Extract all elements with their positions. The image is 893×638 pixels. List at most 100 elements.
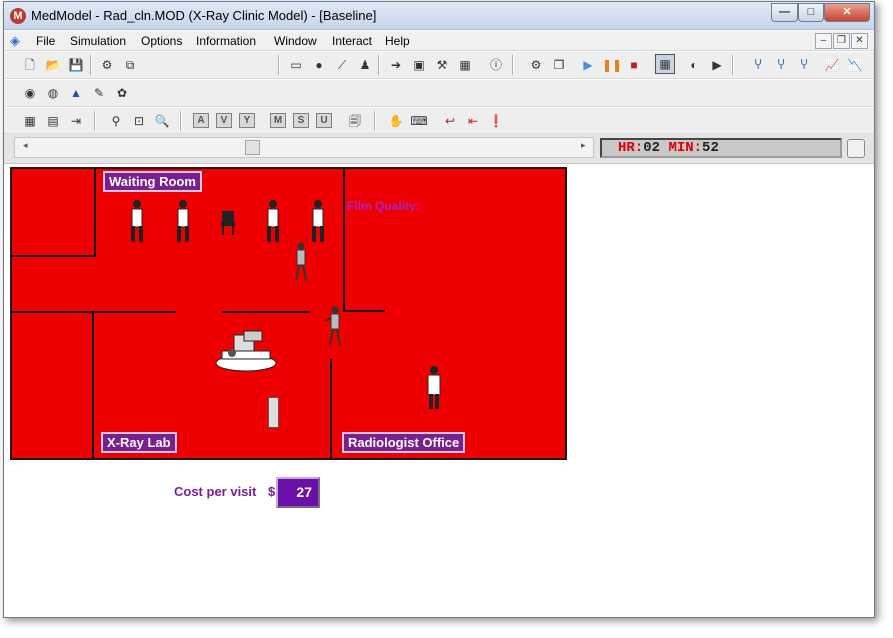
mdi-close-button[interactable]: ✕	[851, 33, 868, 49]
scroll-thumb[interactable]	[245, 140, 260, 155]
child-window-icon[interactable]: ◈	[10, 33, 20, 49]
wall	[12, 255, 96, 257]
save-icon[interactable]: 💾	[66, 55, 86, 75]
wall	[94, 169, 96, 255]
zoom-window-icon[interactable]: ⊡	[129, 111, 149, 131]
keyboard-icon[interactable]: ⌨	[409, 111, 429, 131]
xray-machine-icon	[215, 330, 277, 372]
animation-toggle-icon[interactable]: ▦	[655, 54, 675, 74]
new-file-icon[interactable]: 🗋	[20, 55, 40, 75]
minimize-button[interactable]: —	[771, 3, 798, 22]
clock-min-value: 52	[702, 140, 719, 156]
rectangle-icon[interactable]: ▭	[286, 55, 306, 75]
back-icon[interactable]: ↩	[440, 111, 460, 131]
pause-icon[interactable]: ❚❚	[601, 55, 622, 75]
letter-u-button[interactable]: U	[316, 113, 332, 128]
menu-bar: ◈ File Simulation Options Information Wi…	[4, 31, 874, 51]
currency-symbol: $	[268, 484, 276, 499]
info-icon[interactable]: ⓘ	[486, 55, 506, 75]
end-button[interactable]	[847, 139, 865, 158]
radiologist-icon	[427, 366, 441, 409]
triangle-icon[interactable]: ▲	[66, 83, 86, 103]
background-icon[interactable]: ◉	[20, 83, 40, 103]
wall	[12, 311, 176, 313]
copy-model-icon[interactable]: ⧉	[120, 55, 140, 75]
graph-icon[interactable]: 📉	[845, 55, 865, 75]
arrival-icon[interactable]: ➔	[386, 55, 406, 75]
title-bar[interactable]: M MedModel - Rad_cln.MOD (X-Ray Clinic M…	[4, 2, 874, 30]
patient-icon	[177, 200, 189, 242]
wall	[343, 169, 345, 311]
toolbar-row-2: ◉ ◍ ▲ ✎ ✿	[4, 80, 874, 107]
binoculars-icon[interactable]: ⚲	[106, 111, 126, 131]
cost-per-visit-label: Cost per visit	[174, 484, 257, 499]
resource-icon[interactable]: ♟	[355, 55, 375, 75]
letter-s-button[interactable]: S	[293, 113, 309, 128]
funnel-a-icon[interactable]: Ⴤ	[748, 55, 768, 75]
exit-icon[interactable]: ⇤	[463, 111, 483, 131]
windows-icon[interactable]: ❐	[549, 55, 569, 75]
stop-icon[interactable]: ■	[624, 55, 644, 75]
open-file-icon[interactable]: 📂	[43, 55, 63, 75]
mdi-minimize-button[interactable]: –	[815, 33, 832, 49]
clock-min-label: MIN:	[668, 140, 703, 156]
menu-simulation[interactable]: Simulation	[70, 34, 126, 48]
funnel-c-icon[interactable]: Ⴤ	[794, 55, 814, 75]
entity-icon[interactable]: ▣	[409, 55, 429, 75]
letter-a-button[interactable]: A	[193, 113, 209, 128]
settings-icon[interactable]: ⚙	[526, 55, 546, 75]
output-icon[interactable]: ▶	[707, 55, 727, 75]
layout-icon[interactable]: ◍	[43, 83, 63, 103]
funnel-b-icon[interactable]: Ⴤ	[771, 55, 791, 75]
mdi-restore-button[interactable]: ❐	[833, 33, 850, 49]
layout-canvas[interactable]: Waiting Room X-Ray Lab Radiologist Offic…	[10, 167, 567, 460]
wall	[343, 310, 385, 312]
medmodel-logo-icon[interactable]: M	[10, 8, 26, 24]
chart-icon[interactable]: 📈	[822, 55, 842, 75]
horizontal-scrollbar[interactable]: ◂ ▸	[14, 137, 594, 158]
wall	[330, 359, 332, 458]
library-icon[interactable]: ✿	[112, 83, 132, 103]
menu-help[interactable]: Help	[385, 34, 410, 48]
run-icon[interactable]: ▶	[578, 55, 598, 75]
patient-icon	[131, 200, 143, 242]
window-title: MedModel - Rad_cln.MOD (X-Ray Clinic Mod…	[31, 8, 377, 23]
letter-v-button[interactable]: V	[216, 113, 232, 128]
radiologist-office-label: Radiologist Office	[342, 432, 466, 453]
menu-window[interactable]: Window	[274, 34, 317, 48]
zoom-icon[interactable]: 🔍	[152, 111, 172, 131]
maximize-button[interactable]: □	[798, 3, 824, 22]
menu-interact[interactable]: Interact	[332, 34, 372, 48]
waiting-room-label: Waiting Room	[103, 171, 202, 192]
grid-icon[interactable]: ▦	[20, 111, 40, 131]
menu-options[interactable]: Options	[141, 34, 182, 48]
toolbar-row-3: ▦ ▤ ⇥ ⚲ ⊡ 🔍 A V Y M S U 🗐 ✋ ⌨ ↩ ⇤ ❗	[4, 108, 874, 134]
letter-y-button[interactable]: Y	[239, 113, 255, 128]
letter-m-button[interactable]: M	[270, 113, 286, 128]
menu-file[interactable]: File	[36, 34, 55, 48]
document-icon[interactable]: 🗐	[345, 111, 365, 131]
scroll-left-icon[interactable]: ◂	[23, 140, 28, 151]
3d-view-icon[interactable]: ◐	[684, 55, 704, 75]
clock-hr-label: HR:	[618, 140, 644, 156]
import-icon[interactable]: ⇥	[66, 111, 86, 131]
xray-lab-label: X-Ray Lab	[101, 432, 177, 453]
path-icon[interactable]: ⟋	[332, 55, 352, 75]
wall	[92, 311, 94, 458]
calendar-icon[interactable]: ▦	[455, 55, 475, 75]
processing-icon[interactable]: ⚒	[432, 55, 452, 75]
patient-icon	[312, 200, 324, 242]
scroll-right-icon[interactable]: ▸	[581, 140, 586, 151]
alert-icon[interactable]: ❗	[486, 111, 506, 131]
menu-information[interactable]: Information	[196, 34, 256, 48]
merge-icon[interactable]: ⚙	[97, 55, 117, 75]
chair-icon	[221, 211, 235, 235]
toolbar-row-1: 🗋 📂 💾 ⚙ ⧉ ▭ ● ⟋ ♟ ➔ ▣ ⚒ ▦ ⓘ ⚙ ❐ ▶ ❚❚ ■ ▦…	[4, 52, 874, 79]
circle-icon[interactable]: ●	[309, 55, 329, 75]
film-quality-label: Film Quality:	[347, 199, 420, 213]
hand-icon[interactable]: ✋	[386, 111, 406, 131]
app-window: M MedModel - Rad_cln.MOD (X-Ray Clinic M…	[3, 1, 875, 618]
close-button[interactable]: ✕	[824, 3, 870, 22]
tool-icon[interactable]: ✎	[89, 83, 109, 103]
edit-table-icon[interactable]: ▤	[43, 111, 63, 131]
